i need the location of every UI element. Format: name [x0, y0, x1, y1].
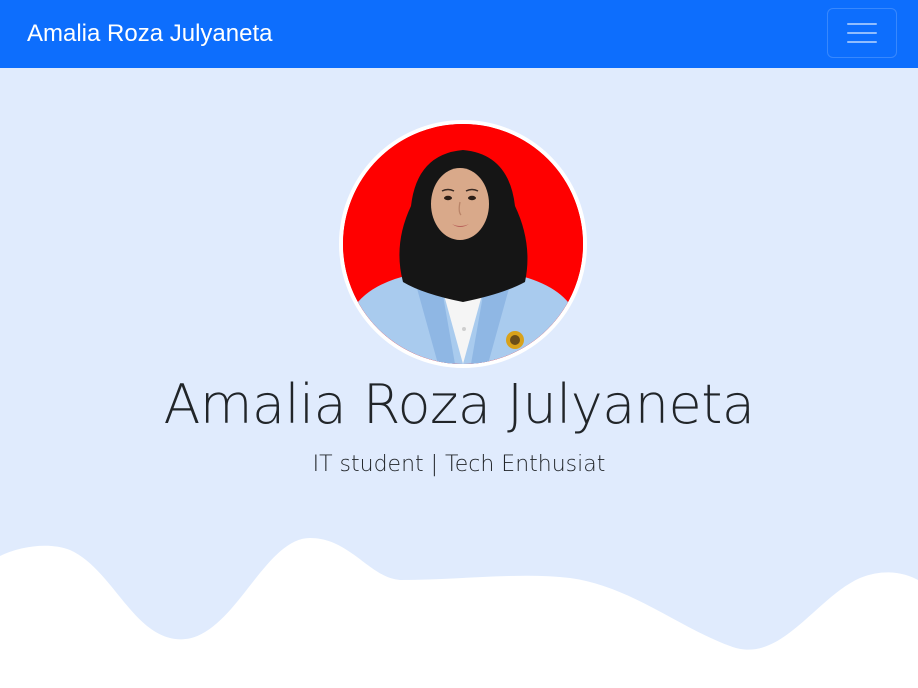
navbar-brand[interactable]: Amalia Roza Julyaneta	[27, 19, 272, 49]
hero-section: Amalia Roza Julyaneta IT student | Tech …	[0, 68, 918, 688]
navbar-toggler-button[interactable]	[827, 8, 897, 58]
hamburger-menu-icon	[847, 23, 877, 43]
navbar: Amalia Roza Julyaneta	[0, 0, 918, 68]
wave-divider	[0, 538, 918, 688]
